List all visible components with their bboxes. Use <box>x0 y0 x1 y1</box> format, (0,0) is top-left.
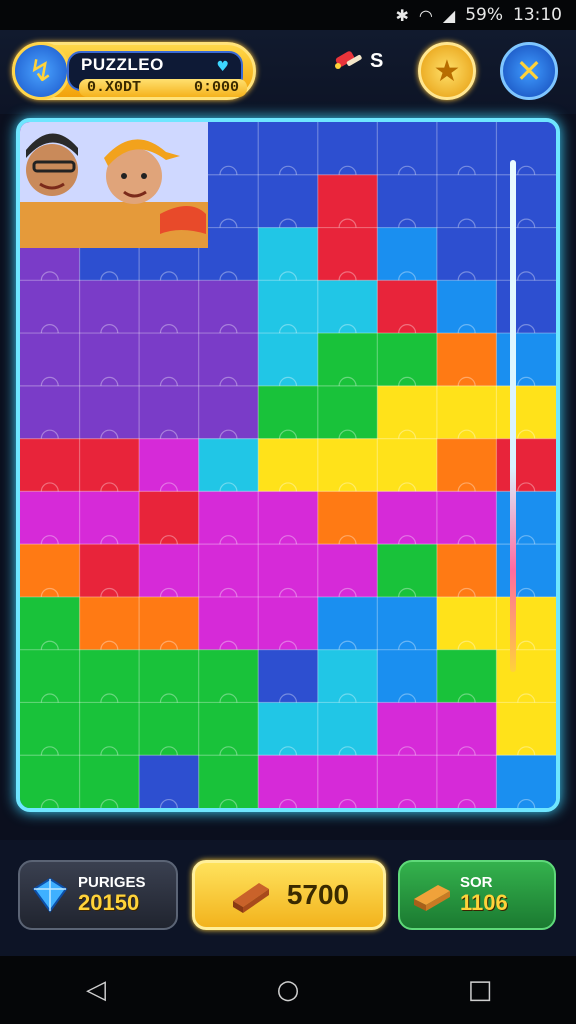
gems-label: PURIGES <box>78 873 146 891</box>
tool-count: S <box>370 49 384 72</box>
gem-icon <box>32 877 68 913</box>
recents-button[interactable]: □ <box>450 965 510 1015</box>
stat-right: 0:000 <box>193 79 239 96</box>
sor-label: SOR <box>460 873 493 891</box>
status-bar: ✱ ◠ ◢ 59% 13:10 <box>0 0 576 30</box>
top-hud: ↯ PUZZLEO ♥ 0.X0DT 0:000 S ★ ✕ <box>0 30 576 114</box>
bluetooth-icon: ✱ <box>395 5 409 25</box>
gems-value: 20150 <box>78 890 140 916</box>
profile-panel[interactable]: ↯ PUZZLEO ♥ 0.X0DT 0:000 <box>12 42 256 100</box>
clock: 13:10 <box>513 5 562 25</box>
lightning-icon: ↯ <box>28 53 54 89</box>
characters-piece[interactable] <box>20 122 208 248</box>
profile-stats: 0.X0DT 0:000 <box>79 79 247 97</box>
signal-icon: ◢ <box>442 5 456 25</box>
gold-panel[interactable]: 5700 <box>192 860 386 930</box>
close-button[interactable]: ✕ <box>500 42 558 100</box>
home-button[interactable]: ○ <box>258 965 318 1015</box>
navigation-bar: ◁ ○ □ <box>0 956 576 1024</box>
back-icon: ◁ <box>86 975 106 1005</box>
gold-bar-icon <box>232 883 269 913</box>
hammer-tool-button[interactable]: S <box>332 48 383 74</box>
puzzle-board[interactable] <box>16 118 560 812</box>
gems-panel[interactable]: PURIGES 20150 <box>18 860 178 930</box>
sor-value: 1106 <box>460 890 508 916</box>
battery-level: 59% <box>465 5 503 25</box>
recents-icon: □ <box>467 975 493 1005</box>
resource-bar: PURIGES 20150 5700 SOR 1106 <box>0 840 576 956</box>
close-icon: ✕ <box>515 52 543 90</box>
star-button[interactable]: ★ <box>418 42 476 100</box>
star-icon: ★ <box>433 53 461 89</box>
profile-name: PUZZLEO <box>81 55 164 74</box>
home-icon: ○ <box>276 975 300 1005</box>
progress-track <box>510 160 516 672</box>
sor-panel[interactable]: SOR 1106 <box>398 860 556 930</box>
stat-left: 0.X0DT <box>87 79 142 96</box>
wifi-icon: ◠ <box>418 5 433 25</box>
heart-icon: ♥ <box>216 59 229 75</box>
bar-stack-icon <box>414 885 450 911</box>
avatar[interactable]: ↯ <box>12 42 70 100</box>
gold-value: 5700 <box>286 879 350 910</box>
back-button[interactable]: ◁ <box>66 965 126 1015</box>
hammer-icon <box>335 51 362 69</box>
